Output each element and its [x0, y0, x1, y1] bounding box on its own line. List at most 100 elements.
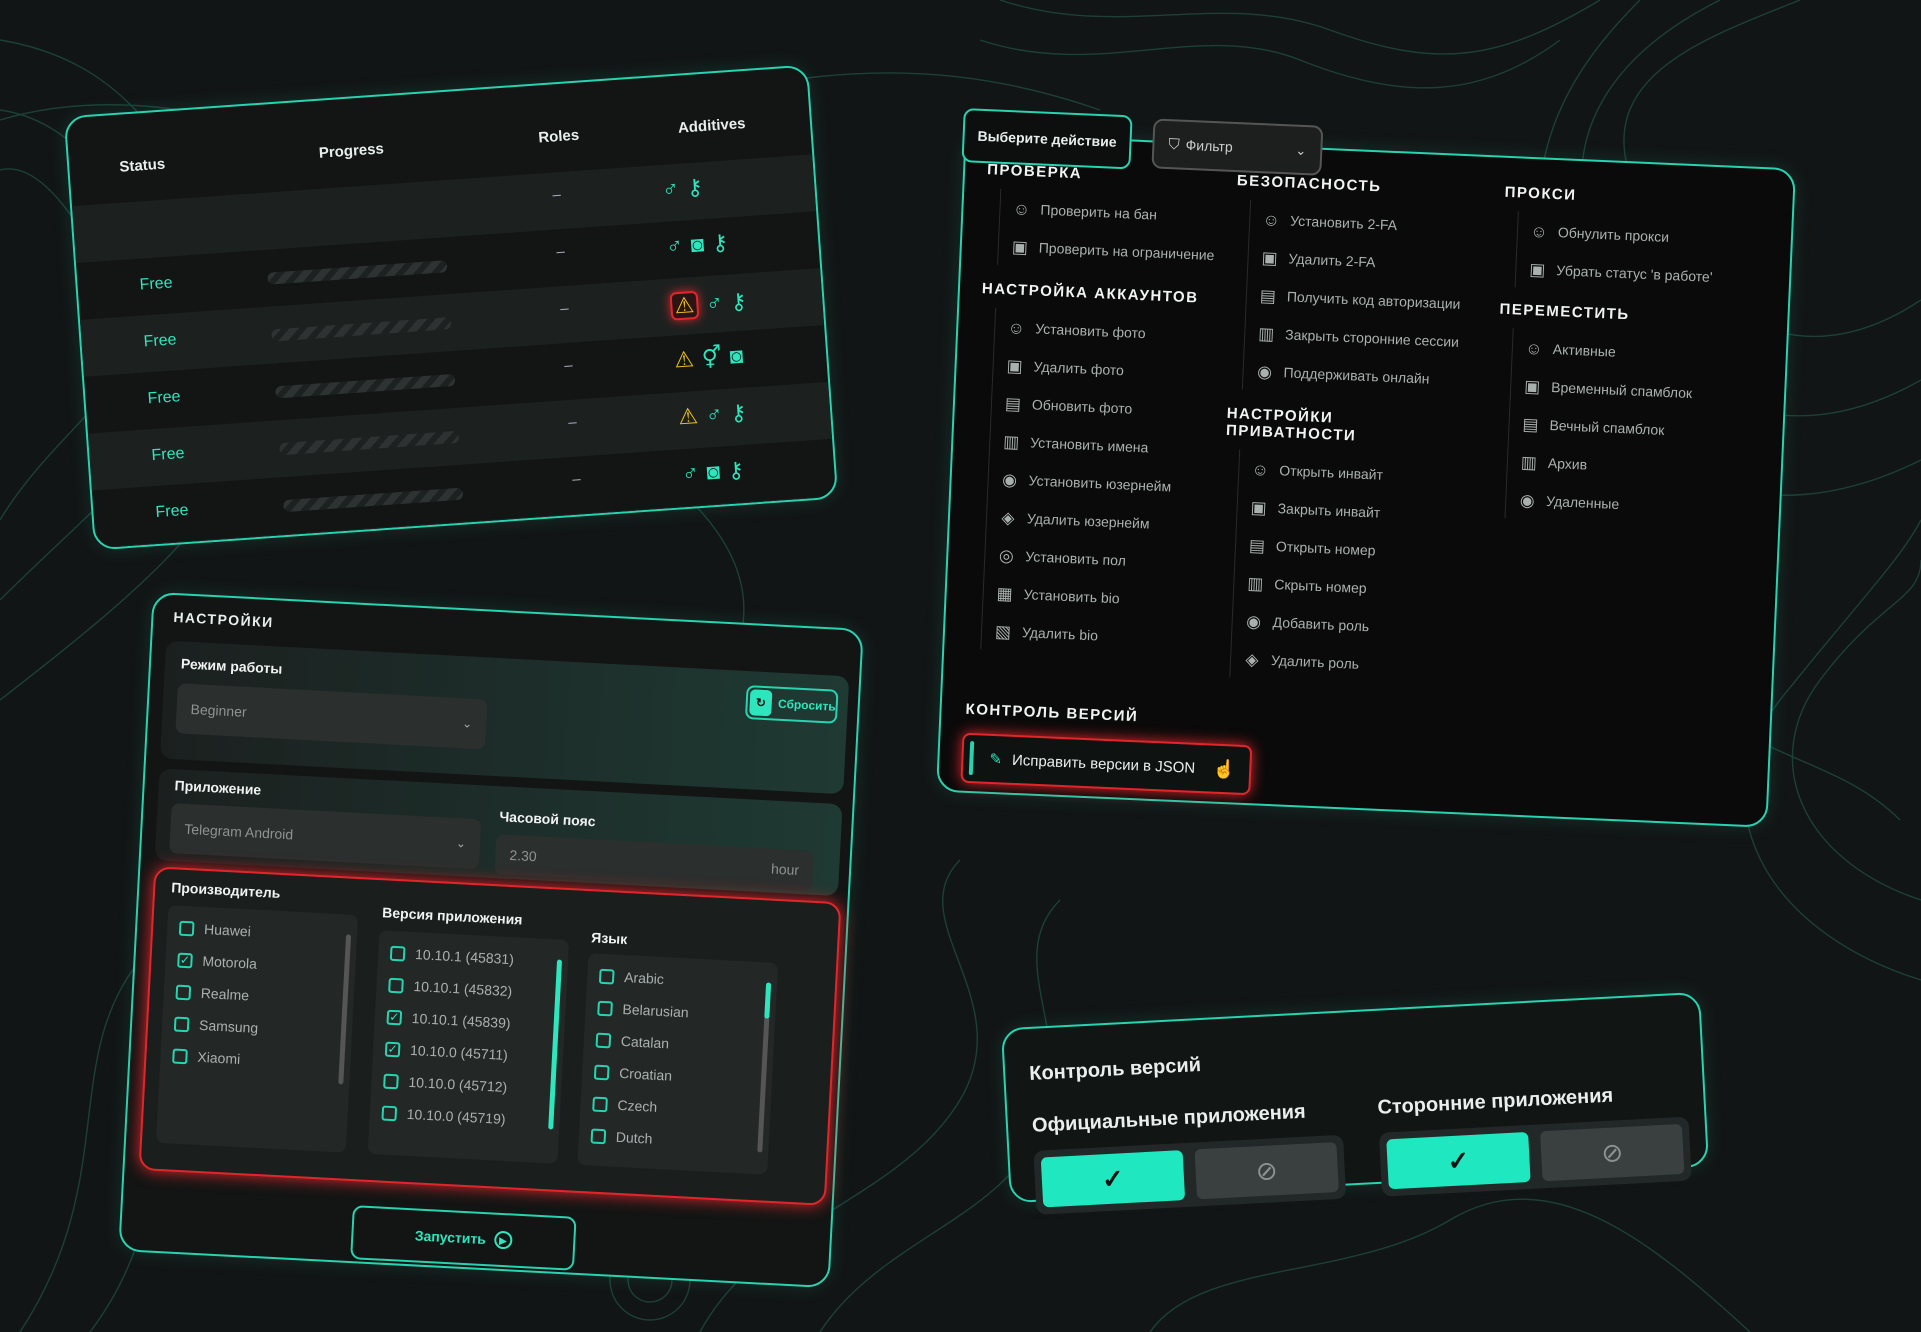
key-icon[interactable]: ⚷	[686, 174, 704, 200]
action-icon: ▥	[1246, 573, 1264, 594]
checkbox[interactable]	[173, 1016, 190, 1032]
menu-item-label: Вечный спамблок	[1549, 416, 1665, 438]
camera-icon[interactable]: ◙	[690, 231, 705, 257]
filter-dropdown[interactable]: ⛉ Фильтр ⌄	[1151, 118, 1324, 176]
action-icon: ▤	[1522, 414, 1540, 434]
progress-bar	[283, 487, 464, 513]
manufacturer-list[interactable]: Huawei ✓ Motorola Realme Samsung Xiaomi	[155, 905, 359, 1153]
action-icon: ▧	[994, 621, 1012, 642]
checkbox[interactable]	[389, 945, 406, 962]
reset-button[interactable]: ↻ Сбросить	[744, 685, 839, 724]
option-label: Belarusian	[622, 1000, 690, 1021]
option-label: Realme	[200, 984, 250, 1004]
action-icon: ◉	[1245, 611, 1262, 632]
column-header-additives: Additives	[677, 115, 746, 137]
status-cell: Free	[147, 388, 182, 408]
key-icon[interactable]: ⚷	[711, 230, 729, 256]
checkbox[interactable]	[595, 1032, 612, 1048]
action-icon: ◈	[1245, 649, 1260, 669]
check-icon: ✓	[1446, 1144, 1471, 1176]
action-icon: ▣	[1250, 497, 1268, 518]
checkbox[interactable]	[388, 977, 404, 993]
role-cell: –	[555, 242, 566, 261]
menu-item-label: Скрыть номер	[1274, 576, 1368, 597]
status-cell: Free	[154, 501, 190, 522]
camera-icon[interactable]: ◙	[729, 343, 744, 369]
version-control-title: Контроль версий	[1028, 1054, 1202, 1085]
warning-icon[interactable]: ⚠	[669, 290, 700, 321]
checkbox[interactable]	[597, 1000, 613, 1016]
additives-cell: ♂ ⚷	[661, 174, 704, 202]
work-mode-card: Режим работы Beginner ⌄ ↻ Сбросить	[160, 640, 850, 795]
progress-bar	[267, 260, 448, 285]
enable-check-button[interactable]: ✓	[1040, 1150, 1186, 1208]
checkbox[interactable]	[178, 920, 195, 936]
checkbox[interactable]	[592, 1096, 608, 1112]
work-mode-select[interactable]: Beginner ⌄	[175, 683, 488, 750]
option-label: Huawei	[203, 920, 252, 940]
checkbox-checked[interactable]: ✓	[384, 1041, 401, 1057]
action-icon: ▤	[1248, 535, 1266, 556]
action-icon: ◉	[1256, 361, 1273, 382]
additives-cell: ⚠ ♂ ⚷	[677, 400, 747, 430]
option-label: Czech	[617, 1096, 658, 1115]
option-label: Arabic	[623, 969, 665, 988]
checkbox-checked[interactable]: ✓	[177, 952, 193, 968]
male-icon[interactable]: ♂	[705, 401, 723, 427]
action-icon: ◈	[1001, 507, 1015, 528]
male-icon[interactable]: ♂	[661, 176, 679, 202]
checkbox[interactable]	[175, 984, 192, 1000]
action-icon: ◉	[1519, 490, 1536, 510]
check-group: ПРОВЕРКА ☺ Проверить на бан ▣ Проверить на …	[966, 161, 1227, 660]
warning-icon[interactable]: ⚠	[677, 403, 698, 429]
menu-item-label: Обнулить прокси	[1557, 224, 1670, 245]
checkbox[interactable]	[598, 968, 615, 984]
menu-item-label: Проверить на бан	[1040, 201, 1158, 223]
checkbox[interactable]	[590, 1128, 607, 1144]
group-title-move: ПЕРЕМЕСТИТЬ	[1499, 300, 1630, 324]
menu-item-label: Проверить на ограничение	[1038, 239, 1215, 264]
work-mode-label: Режим работы	[180, 655, 283, 677]
menu-item-label: Удалить bio	[1021, 624, 1099, 644]
key-icon[interactable]: ⚷	[729, 400, 747, 426]
column-header-status: Status	[118, 155, 166, 176]
filter-icon: ⛉	[1168, 135, 1181, 154]
enable-check-button[interactable]: ✓	[1386, 1131, 1531, 1190]
status-cell: Free	[151, 444, 186, 465]
key-icon[interactable]: ⚷	[730, 288, 748, 314]
disable-button[interactable]: ⊘	[1540, 1123, 1685, 1182]
male-icon[interactable]: ♂	[705, 290, 723, 316]
scrollbar-thumb[interactable]	[764, 982, 772, 1019]
option-label: Motorola	[202, 952, 258, 972]
thirdparty-apps-label: Сторонние приложения	[1376, 1084, 1614, 1119]
timezone-input[interactable]: 2.30 hour	[494, 834, 815, 891]
checkbox-checked[interactable]: ✓	[386, 1009, 403, 1025]
language-list[interactable]: Arabic Belarusian Catalan Croatian Czech Dutc…	[577, 953, 779, 1175]
action-icon: ▣	[1523, 376, 1541, 397]
role-cell: –	[563, 356, 574, 375]
run-button[interactable]: Запустить ▸	[350, 1205, 577, 1271]
filter-label: Фильтр	[1185, 136, 1234, 155]
checkbox[interactable]	[383, 1073, 399, 1089]
action-icon: ☺	[1524, 338, 1543, 359]
menu-item-label: Убрать статус 'в работе'	[1555, 262, 1713, 285]
checkbox[interactable]	[593, 1064, 610, 1080]
action-icon: ▣	[1261, 247, 1279, 268]
disable-button[interactable]: ⊘	[1194, 1142, 1339, 1200]
camera-icon[interactable]: ◙	[706, 459, 721, 485]
key-icon[interactable]: ⚷	[727, 457, 745, 483]
fix-json-versions-button[interactable]: ✎ Исправить версии в JSON ☝	[960, 732, 1253, 796]
play-icon: ▸	[493, 1230, 513, 1250]
checkbox[interactable]	[172, 1048, 188, 1064]
warning-icon[interactable]: ⚠	[673, 346, 694, 372]
fix-json-versions-label: Исправить версии в JSON	[1011, 751, 1196, 777]
action-icon: ▤	[1004, 393, 1022, 414]
male-icon[interactable]: ♂	[681, 460, 699, 486]
app-select[interactable]: Telegram Android ⌄	[169, 803, 482, 870]
checkbox[interactable]	[381, 1105, 398, 1121]
progress-bar	[271, 317, 452, 342]
app-version-list[interactable]: 10.10.1 (45831) 10.10.1 (45832) ✓ 10.10.1 (…	[367, 930, 570, 1164]
role-cell: –	[559, 299, 570, 318]
gender-icon[interactable]: ⚥	[701, 344, 723, 370]
male-icon[interactable]: ♂	[665, 233, 683, 259]
